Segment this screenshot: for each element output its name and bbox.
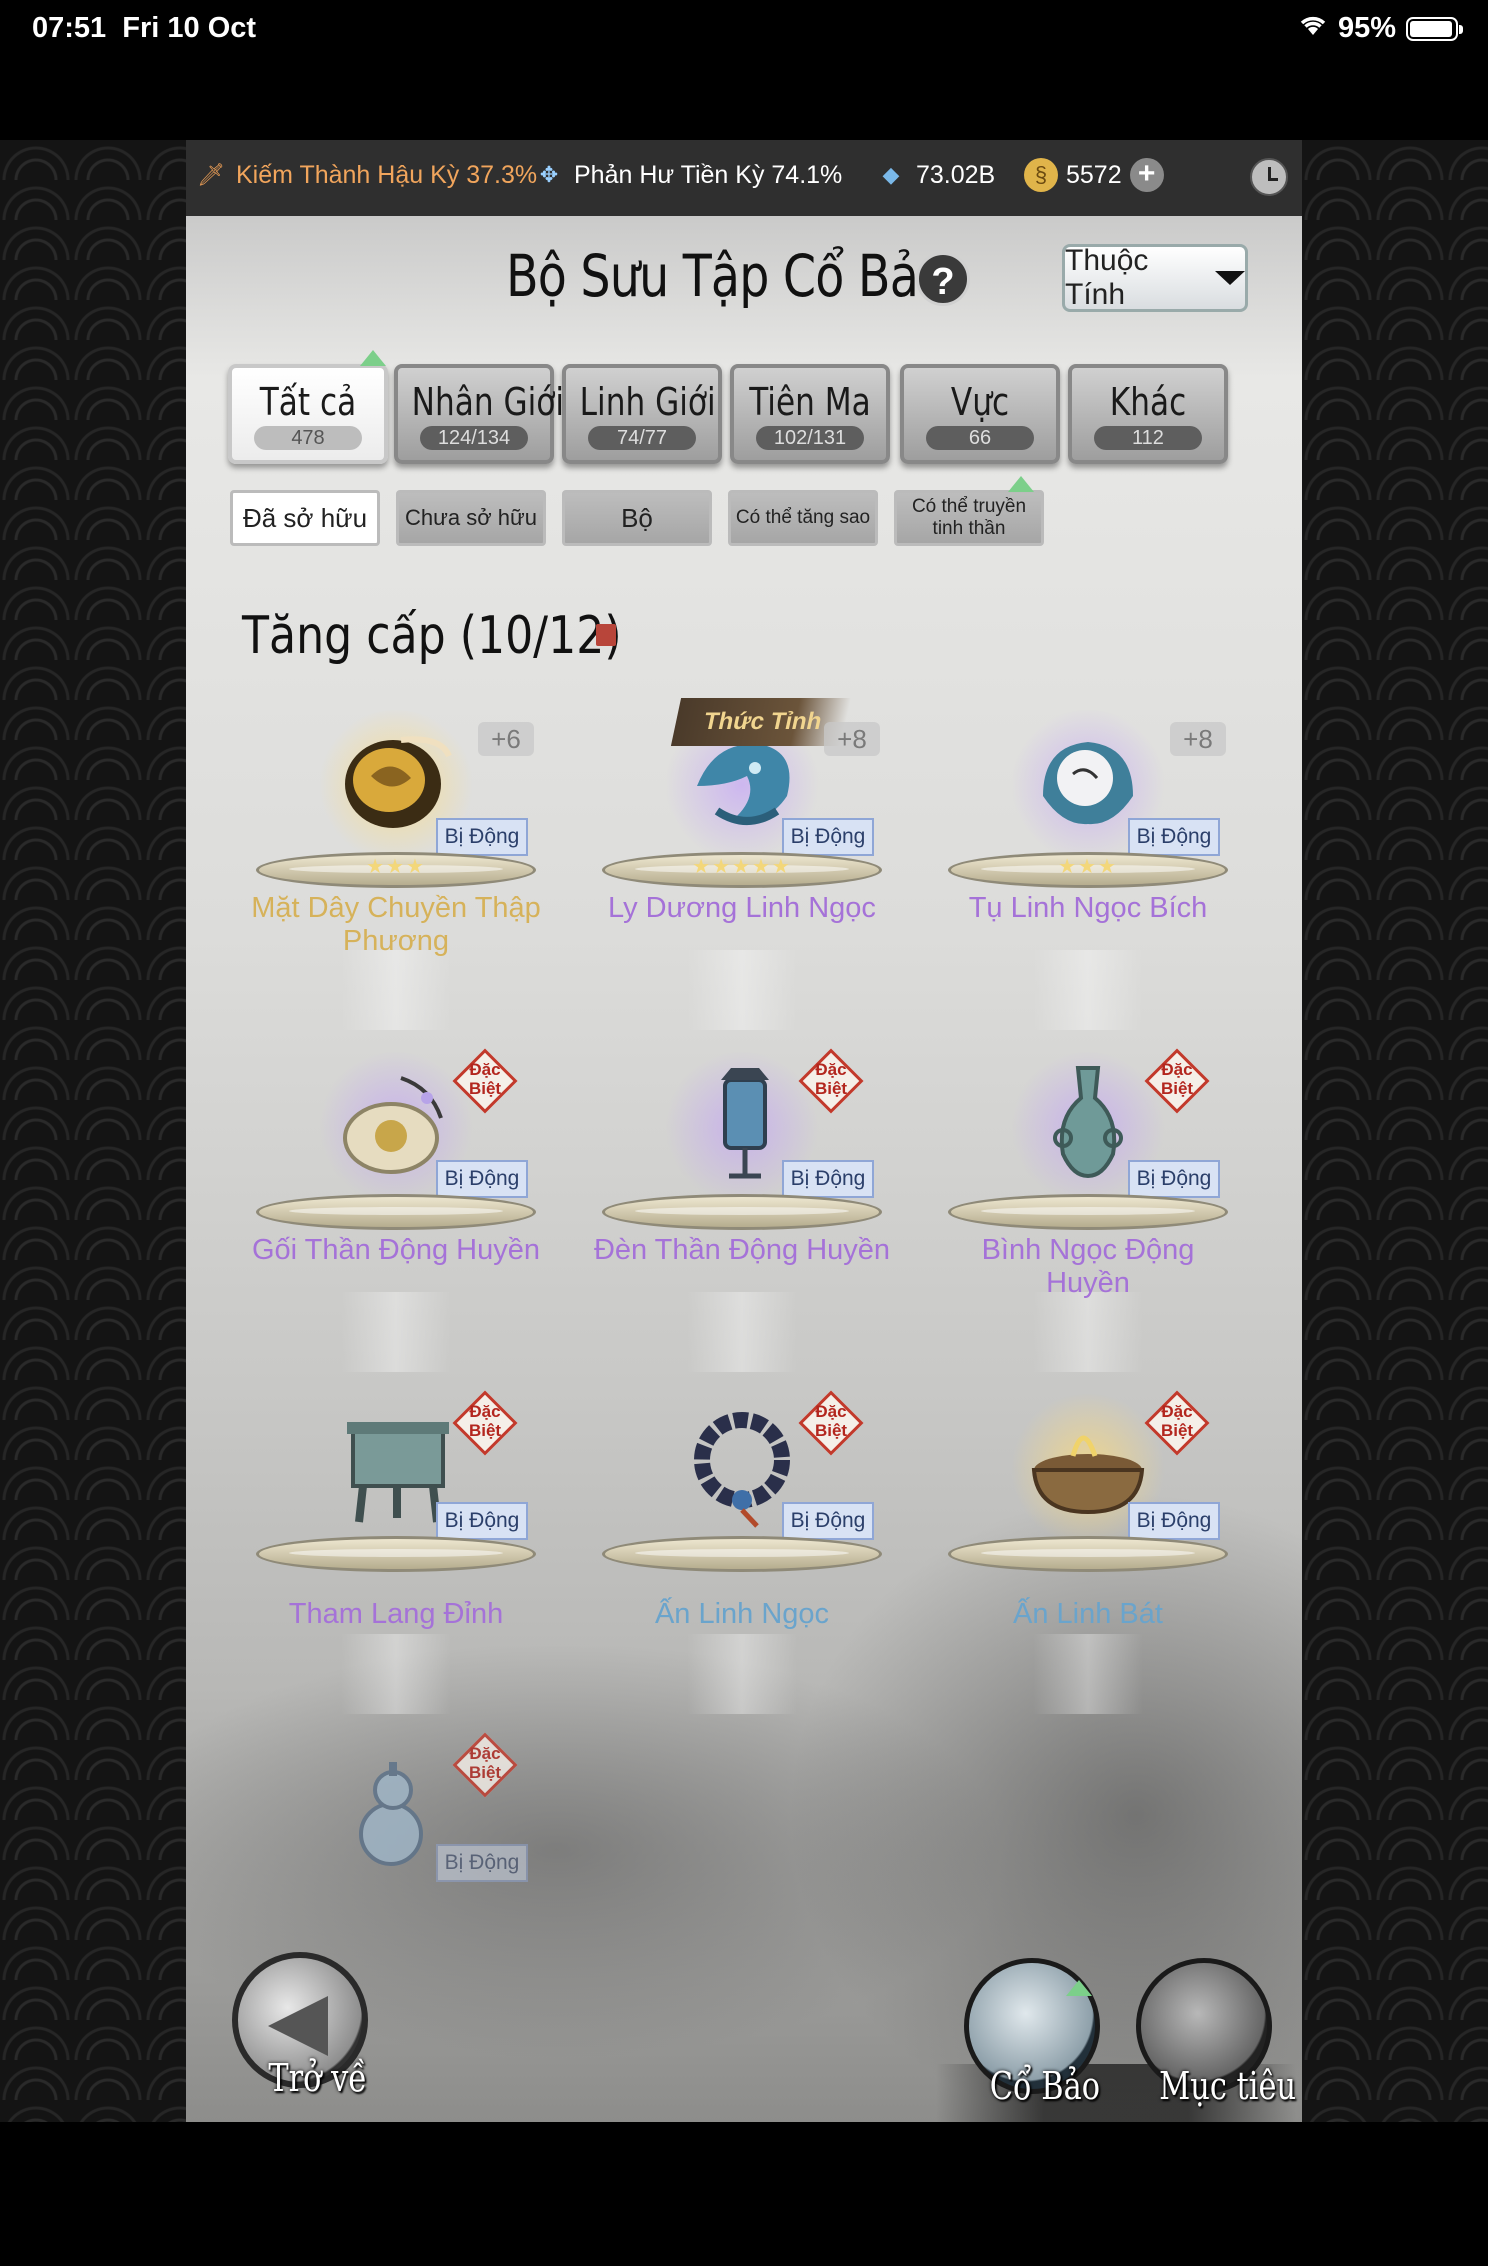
relic-card[interactable]: Đặc Biệt Bị Động Tham Lang Đỉnh: [246, 1384, 546, 1714]
spirit-stone-counter[interactable]: ◆ 73.02B: [874, 158, 996, 192]
add-currency-button[interactable]: +: [1129, 158, 1164, 192]
star-rating: ★★★: [366, 856, 426, 878]
tab-tien-ma[interactable]: Tiên Ma 102/131: [730, 364, 890, 464]
fan-icon: ✥: [539, 162, 559, 187]
special-badge: Đặc Biệt: [798, 1390, 864, 1456]
help-button[interactable]: ?: [916, 252, 970, 306]
filter-not-owned[interactable]: Chưa sở hữu: [396, 490, 546, 546]
clock-icon[interactable]: [1250, 158, 1288, 196]
relic-name: Gối Thần Động Huyền: [251, 1234, 541, 1266]
passive-badge: Bị Động: [436, 1160, 528, 1198]
filter-set[interactable]: Bộ: [562, 490, 712, 546]
tab-vuc[interactable]: Vực 66: [900, 364, 1060, 464]
filter-can-transfer-spirit[interactable]: Có thể truyền tinh thần: [894, 490, 1044, 546]
star-rating: ★★★★★: [692, 856, 792, 878]
back-arrow-icon: [268, 1996, 328, 2056]
relic-card[interactable]: Đặc Biệt Bị Động Ấn Linh Bát: [938, 1384, 1238, 1714]
level-badge: +8: [1170, 722, 1226, 756]
special-badge: Đặc Biệt: [452, 1732, 518, 1798]
special-badge: Đặc Biệt: [1144, 1390, 1210, 1456]
relic-name: Ly Dương Linh Ngọc: [608, 892, 876, 924]
passive-badge: Bị Động: [1128, 818, 1220, 856]
relic-card[interactable]: Đặc Biệt Bị Động Gối Thần Động Huyền: [246, 1042, 546, 1372]
relic-card[interactable]: +8 Bị Động ★★★ Tụ Linh Ngọc Bích: [938, 700, 1238, 1030]
relic-name: Bình Ngọc Động Huyền: [981, 1234, 1195, 1299]
upgrade-arrow-icon: [360, 350, 386, 366]
passive-badge: Bị Động: [436, 818, 528, 856]
pedestal: [256, 1536, 536, 1572]
currency-counter: § 5572 +: [1024, 158, 1164, 192]
back-label: Trở về: [268, 2056, 367, 2100]
passive-badge: Bị Động: [782, 1160, 874, 1198]
relic-card[interactable]: Đặc Biệt Bị Động Bình Ngọc Động Huyền: [938, 1042, 1238, 1372]
passive-badge: Bị Động: [1128, 1502, 1220, 1540]
pedestal: [256, 1194, 536, 1230]
page-title: Bộ Sưu Tập Cổ Bảo: [506, 242, 947, 310]
pedestal: [948, 1194, 1228, 1230]
crystal-icon: ◆: [882, 162, 900, 187]
wifi-icon: [1298, 12, 1328, 45]
filter-owned[interactable]: Đã sở hữu: [230, 490, 380, 546]
relic-card[interactable]: Thức Tỉnh +8 Bị Động ★★★★★ Ly Dương Linh…: [592, 698, 892, 1030]
coin-icon: §: [1024, 158, 1058, 192]
passive-badge: Bị Động: [1128, 1160, 1220, 1198]
battery-icon: [1406, 16, 1463, 41]
left-background-pattern: [0, 140, 186, 2122]
relic-name: Tụ Linh Ngọc Bích: [968, 892, 1208, 924]
passive-badge: Bị Động: [782, 1502, 874, 1540]
special-badge: Đặc Biệt: [798, 1048, 864, 1114]
upgrade-arrow-icon: [1066, 1980, 1092, 1996]
sword-icon: 🗡: [197, 162, 225, 187]
tab-linh-gioi[interactable]: Linh Giới 74/77: [562, 364, 722, 464]
game-screen: 🗡 Kiếm Thành Hậu Kỳ 37.3% ✥ Phản Hư Tiền…: [186, 140, 1302, 2122]
goal-label: Mục tiêu: [1159, 2064, 1297, 2108]
level-badge: +6: [478, 722, 534, 756]
pedestal: [602, 1536, 882, 1572]
upgrade-arrow-icon: [1008, 476, 1034, 492]
status-time: 07:51 Fri 10 Oct: [32, 12, 257, 44]
right-background-pattern: [1302, 140, 1488, 2122]
battery-percent: 95%: [1337, 12, 1396, 44]
relic-name: Đèn Thần Động Huyền: [593, 1234, 891, 1266]
pedestal: [602, 1194, 882, 1230]
seal-icon: [596, 624, 616, 646]
caret-down-icon: [1215, 271, 1245, 285]
filter-can-star-up[interactable]: Có thể tăng sao: [728, 490, 878, 546]
realm-2[interactable]: ✥ Phản Hư Tiền Kỳ 74.1%: [532, 158, 843, 192]
passive-badge: Bị Động: [436, 1844, 528, 1882]
relic-name: Tham Lang Đỉnh: [288, 1598, 504, 1630]
relic-name: Mặt Dây Chuyền Thập Phương: [251, 892, 541, 957]
attribute-dropdown[interactable]: Thuộc Tính: [1062, 244, 1248, 312]
tab-all[interactable]: Tất cả 478: [228, 364, 388, 464]
relic-name: Ấn Linh Ngọc: [654, 1598, 830, 1630]
tab-khac[interactable]: Khác 112: [1068, 364, 1228, 464]
passive-badge: Bị Động: [436, 1502, 528, 1540]
section-title: Tăng cấp (10/12): [242, 606, 622, 666]
level-badge: +8: [824, 722, 880, 756]
tab-nhan-gioi[interactable]: Nhân Giới 124/134: [394, 364, 564, 464]
realm-1[interactable]: 🗡 Kiếm Thành Hậu Kỳ 37.3%: [194, 158, 537, 192]
relic-label: Cổ Bảo: [989, 2064, 1101, 2108]
special-badge: Đặc Biệt: [452, 1048, 518, 1114]
relic-card[interactable]: Đặc Biệt Bị Động Ấn Linh Ngọc: [592, 1384, 892, 1714]
passive-badge: Bị Động: [782, 818, 874, 856]
relic-card[interactable]: Đặc Biệt Bị Động Đèn Thần Động Huyền: [592, 1042, 892, 1372]
star-rating: ★★★: [1058, 856, 1118, 878]
resource-bar: 🗡 Kiếm Thành Hậu Kỳ 37.3% ✥ Phản Hư Tiền…: [186, 140, 1302, 216]
special-badge: Đặc Biệt: [452, 1390, 518, 1456]
relic-name: Ấn Linh Bát: [1013, 1598, 1163, 1630]
status-bar: 07:51 Fri 10 Oct 95%: [0, 0, 1488, 60]
special-badge: Đặc Biệt: [1144, 1048, 1210, 1114]
status-date: Fri 10 Oct: [122, 12, 257, 44]
relic-card[interactable]: +6 Bị Động ★★★ Mặt Dây Chuyền Thập Phươn…: [246, 700, 546, 1030]
pedestal: [948, 1536, 1228, 1572]
